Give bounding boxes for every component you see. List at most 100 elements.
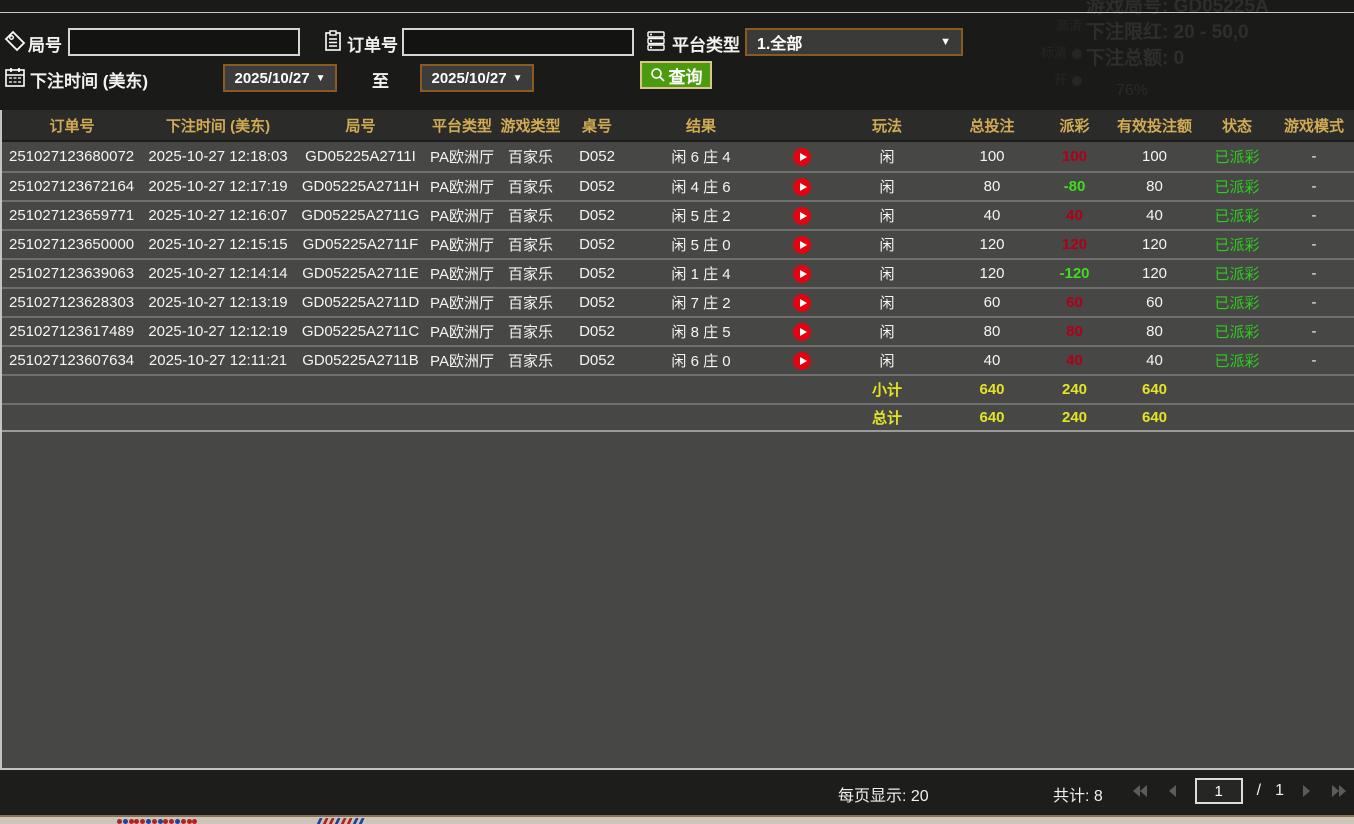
subtotal-row: 小计 640 240 640 <box>2 374 1354 403</box>
page-separator: / <box>1257 782 1261 800</box>
table-row: 251027123672164 2025-10-27 12:17:19 GD05… <box>2 171 1354 200</box>
cell-status: 已派彩 <box>1202 292 1272 313</box>
replay-play-icon[interactable] <box>793 207 811 225</box>
cell-play-type: 闲 <box>832 350 942 371</box>
clipboard-icon <box>322 30 344 52</box>
search-button-label: 查询 <box>669 63 703 88</box>
col-header-platform: 平台类型 <box>427 115 497 136</box>
bead-road-dot <box>169 819 174 824</box>
cell-table-no: D052 <box>564 207 630 224</box>
replay-play-icon[interactable] <box>793 294 811 312</box>
cell-game-mode: - <box>1272 207 1354 224</box>
cell-order-no: 251027123617489 <box>2 323 142 340</box>
cell-payout: -120 <box>1042 265 1107 282</box>
prev-page-icon[interactable] <box>1163 783 1181 799</box>
cell-game-mode: - <box>1272 294 1354 311</box>
bead-road-dot <box>134 819 139 824</box>
cell-bet-time: 2025-10-27 12:12:19 <box>142 323 294 340</box>
cell-valid-bet: 100 <box>1107 148 1202 165</box>
cell-total-bet: 40 <box>942 207 1042 224</box>
replay-play-icon[interactable] <box>793 352 811 370</box>
cell-platform: PA欧洲厅 <box>427 321 497 342</box>
cell-result: 闲 5 庄 0 <box>630 234 772 255</box>
cell-order-no: 251027123607634 <box>2 352 142 369</box>
cell-status: 已派彩 <box>1202 234 1272 255</box>
record-count-label: 共计: 8 <box>1053 782 1103 806</box>
underlying-page-sliver <box>0 815 1354 824</box>
cell-round-no: GD05225A2711B <box>294 352 427 369</box>
cell-game-mode: - <box>1272 236 1354 253</box>
cell-payout: 80 <box>1042 323 1107 340</box>
cell-result: 闲 1 庄 4 <box>630 263 772 284</box>
table-header-row: 订单号 下注时间 (美东) 局号 平台类型 游戏类型 桌号 结果 玩法 总投注 … <box>2 110 1354 142</box>
cell-total-bet: 80 <box>942 323 1042 340</box>
col-header-table-no: 桌号 <box>564 115 630 136</box>
cell-replay <box>772 207 832 225</box>
cell-play-type: 闲 <box>832 234 942 255</box>
cell-valid-bet: 60 <box>1107 294 1202 311</box>
replay-play-icon[interactable] <box>793 236 811 254</box>
cell-payout: 40 <box>1042 207 1107 224</box>
cell-valid-bet: 80 <box>1107 178 1202 195</box>
cell-result: 闲 4 庄 6 <box>630 176 772 197</box>
bead-road-dot <box>117 819 122 824</box>
cell-bet-time: 2025-10-27 12:18:03 <box>142 148 294 165</box>
cell-bet-time: 2025-10-27 12:17:19 <box>142 178 294 195</box>
cell-payout: 60 <box>1042 294 1107 311</box>
last-page-icon[interactable] <box>1330 783 1348 799</box>
cell-game-mode: - <box>1272 178 1354 195</box>
replay-play-icon[interactable] <box>793 265 811 283</box>
search-button[interactable]: 查询 <box>640 61 712 89</box>
cell-game-type: 百家乐 <box>497 176 564 197</box>
tag-icon <box>4 30 26 52</box>
cell-game-type: 百家乐 <box>497 234 564 255</box>
bead-road-dot <box>163 819 168 824</box>
cell-result: 闲 7 庄 2 <box>630 292 772 313</box>
replay-play-icon[interactable] <box>793 148 811 166</box>
table-row: 251027123607634 2025-10-27 12:11:21 GD05… <box>2 345 1354 374</box>
col-header-play-type: 玩法 <box>832 115 942 136</box>
col-header-payout: 派彩 <box>1042 115 1107 136</box>
replay-play-icon[interactable] <box>793 323 811 341</box>
date-from-select[interactable]: 2025/10/27 ▼ <box>223 64 337 92</box>
col-header-result: 结果 <box>630 115 772 136</box>
replay-play-icon[interactable] <box>793 178 811 196</box>
cell-payout: 40 <box>1042 352 1107 369</box>
bead-road-dot <box>187 819 192 824</box>
cell-result: 闲 8 庄 5 <box>630 321 772 342</box>
first-page-icon[interactable] <box>1131 783 1149 799</box>
cell-round-no: GD05225A2711H <box>294 178 427 195</box>
bead-road-slash <box>316 818 322 824</box>
cell-game-type: 百家乐 <box>497 350 564 371</box>
next-page-icon[interactable] <box>1298 783 1316 799</box>
cell-status: 已派彩 <box>1202 146 1272 167</box>
search-icon <box>650 67 666 83</box>
cell-order-no: 251027123628303 <box>2 294 142 311</box>
cell-order-no: 251027123639063 <box>2 265 142 282</box>
cell-game-type: 百家乐 <box>497 263 564 284</box>
cell-table-no: D052 <box>564 178 630 195</box>
table-row: 251027123659771 2025-10-27 12:16:07 GD05… <box>2 200 1354 229</box>
cell-table-no: D052 <box>564 294 630 311</box>
cell-bet-time: 2025-10-27 12:13:19 <box>142 294 294 311</box>
date-to-select[interactable]: 2025/10/27 ▼ <box>420 64 534 92</box>
page-number-input[interactable] <box>1195 778 1243 804</box>
cell-platform: PA欧洲厅 <box>427 350 497 371</box>
bead-road-slash <box>322 818 328 824</box>
cell-status: 已派彩 <box>1202 176 1272 197</box>
cell-game-mode: - <box>1272 352 1354 369</box>
cell-round-no: GD05225A2711C <box>294 323 427 340</box>
platform-type-select[interactable]: 1.全部 ▼ <box>745 28 963 56</box>
calendar-icon <box>4 66 26 88</box>
cell-valid-bet: 120 <box>1107 265 1202 282</box>
cell-result: 闲 6 庄 0 <box>630 350 772 371</box>
cell-play-type: 闲 <box>832 146 942 167</box>
subtotal-valid-bet: 640 <box>1107 381 1202 398</box>
pager: / 1 <box>1131 778 1348 804</box>
cell-platform: PA欧洲厅 <box>427 176 497 197</box>
col-header-total-bet: 总投注 <box>942 115 1042 136</box>
order-no-input[interactable] <box>402 28 634 56</box>
grand-total-label: 总计 <box>832 407 942 428</box>
round-no-input[interactable] <box>68 28 300 56</box>
table-row: 251027123628303 2025-10-27 12:13:19 GD05… <box>2 287 1354 316</box>
